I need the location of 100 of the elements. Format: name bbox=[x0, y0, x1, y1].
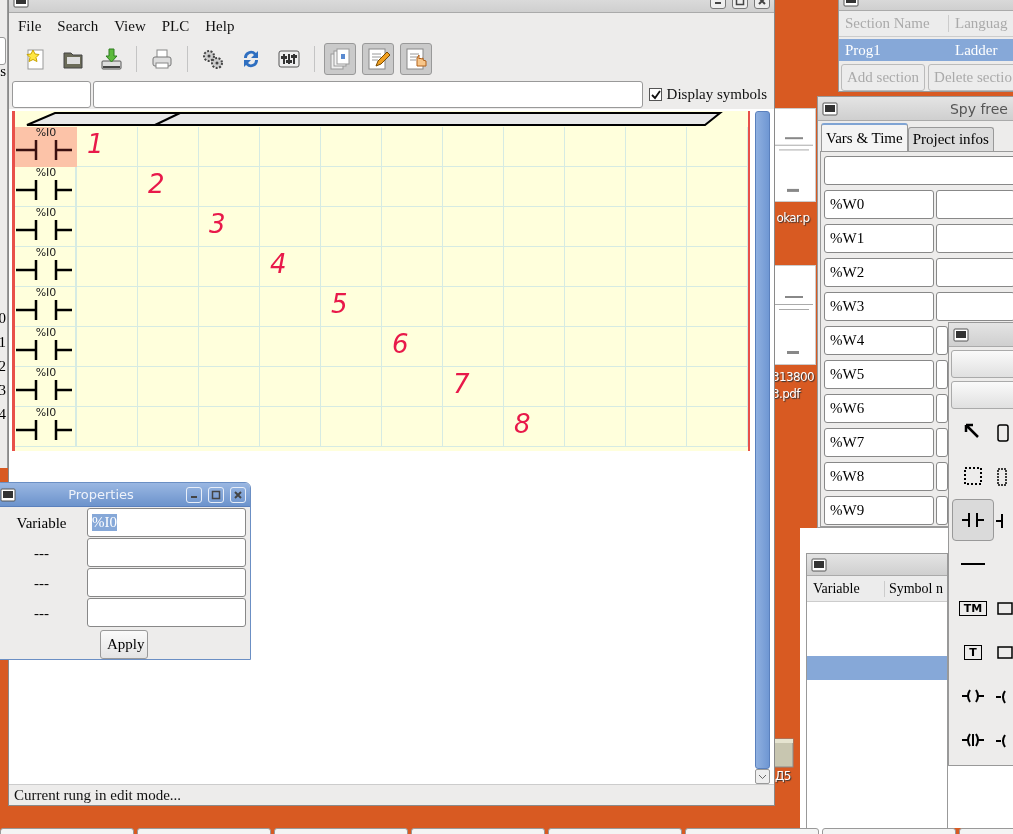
field-label: --- bbox=[33, 573, 50, 593]
variable-field[interactable]: %W1 bbox=[824, 224, 934, 253]
handwritten-number: 6 bbox=[392, 329, 409, 359]
contact-icon bbox=[16, 380, 72, 400]
variable-field[interactable]: %W9 bbox=[824, 496, 934, 525]
minimize-icon bbox=[191, 496, 197, 498]
window-icon bbox=[811, 557, 827, 572]
dashed-square-icon bbox=[961, 464, 985, 488]
gears-icon bbox=[201, 47, 225, 71]
value-field[interactable] bbox=[936, 496, 948, 525]
tool-button[interactable]: T bbox=[952, 631, 994, 673]
contact-icon bbox=[16, 260, 72, 280]
contact-icon bbox=[16, 340, 72, 360]
minimize-icon bbox=[715, 2, 721, 4]
contact-icon bbox=[16, 180, 72, 200]
menu-item[interactable]: View bbox=[106, 17, 154, 35]
value-field[interactable] bbox=[936, 360, 948, 389]
apply-button[interactable]: Apply bbox=[100, 630, 148, 659]
box-icon: TM bbox=[958, 600, 988, 616]
menu-item[interactable]: Help bbox=[197, 17, 243, 35]
variable-label: %I0 bbox=[35, 127, 57, 139]
tool-button[interactable]: TM bbox=[952, 587, 994, 629]
value-field[interactable] bbox=[936, 462, 948, 491]
checkbox[interactable] bbox=[648, 87, 662, 101]
variable-field[interactable]: %W0 bbox=[824, 190, 934, 219]
column-header[interactable]: Symbol n bbox=[884, 580, 947, 597]
ladder-cell[interactable]: %I0 bbox=[15, 287, 77, 327]
window-icon bbox=[953, 327, 969, 342]
field-label: --- bbox=[33, 543, 50, 563]
pages-icon bbox=[328, 47, 352, 71]
icon-label: okar.p bbox=[776, 210, 810, 227]
column-header[interactable]: Variable bbox=[807, 580, 885, 597]
variable-field[interactable]: %W6 bbox=[824, 394, 934, 423]
variable-label: %I0 bbox=[35, 207, 57, 219]
ladder-cell[interactable]: %I0 bbox=[15, 407, 77, 447]
input-field[interactable] bbox=[12, 80, 91, 108]
variable-field[interactable]: %W3 bbox=[824, 292, 934, 321]
maximize-icon bbox=[211, 489, 221, 500]
input-field[interactable] bbox=[824, 156, 1013, 185]
variable-label: %I0 bbox=[35, 287, 57, 299]
tab[interactable]: Project infos bbox=[907, 127, 994, 151]
value-field[interactable] bbox=[936, 326, 948, 355]
status-text: Current rung in edit mode... bbox=[9, 784, 774, 805]
close-icon bbox=[233, 489, 243, 500]
ladder-cell[interactable]: %I0 bbox=[15, 167, 77, 207]
label-text: s bbox=[0, 62, 6, 80]
checkbox-label: Display symbols bbox=[666, 85, 767, 103]
line-icon bbox=[961, 562, 985, 566]
row-number: 1 bbox=[0, 333, 6, 352]
row-number: 3 bbox=[0, 381, 6, 400]
toolbar-button[interactable] bbox=[362, 43, 394, 75]
variable-field[interactable]: %W5 bbox=[824, 360, 934, 389]
value-field[interactable] bbox=[936, 190, 1013, 219]
input-field[interactable] bbox=[87, 598, 246, 627]
tab[interactable]: Vars & Time bbox=[821, 123, 908, 151]
variable-field[interactable]: %W7 bbox=[824, 428, 934, 457]
table-cell-text: Prog1 bbox=[844, 41, 882, 59]
toolbox-button[interactable] bbox=[951, 350, 1013, 378]
window-title: Spy free bbox=[948, 100, 1009, 117]
contact-icon bbox=[16, 420, 72, 440]
variable-label: %I0 bbox=[35, 247, 57, 259]
ladder-cell[interactable]: %I0 bbox=[15, 327, 77, 367]
handwritten-number: 8 bbox=[514, 409, 531, 439]
value-field[interactable] bbox=[936, 258, 1013, 287]
contact-icon bbox=[16, 300, 72, 320]
window-title: Properties bbox=[67, 487, 135, 502]
ladder-cell[interactable]: %I0 bbox=[15, 207, 77, 247]
icon-label: Д5 bbox=[775, 768, 791, 785]
window-icon bbox=[0, 487, 16, 502]
contact-icon bbox=[16, 140, 72, 160]
field-label: Variable bbox=[15, 513, 68, 533]
menu-item[interactable]: File bbox=[10, 17, 50, 35]
window-icon bbox=[822, 101, 838, 116]
pencil-document-icon bbox=[366, 47, 390, 71]
ladder-cell[interactable]: %I0 bbox=[15, 247, 77, 287]
ladder-cell[interactable]: %I0 bbox=[15, 367, 77, 407]
value-field[interactable] bbox=[936, 394, 948, 423]
variable-field[interactable]: %W4 bbox=[824, 326, 934, 355]
box-icon: T bbox=[964, 644, 982, 660]
handwritten-number: 7 bbox=[453, 369, 470, 399]
value-field[interactable] bbox=[936, 224, 1013, 253]
input-field[interactable] bbox=[87, 538, 246, 567]
tool-button[interactable] bbox=[952, 499, 994, 541]
hand-document-icon bbox=[404, 47, 428, 71]
menu-item[interactable]: Search bbox=[49, 17, 107, 35]
input-field[interactable] bbox=[87, 568, 246, 597]
input-field[interactable] bbox=[93, 80, 643, 108]
variable-label: %I0 bbox=[35, 327, 57, 339]
variable-field[interactable]: %W8 bbox=[824, 462, 934, 491]
value-field[interactable] bbox=[936, 428, 948, 457]
handwritten-number: 5 bbox=[331, 289, 348, 319]
table-cell-text: Ladder bbox=[954, 41, 999, 59]
scrollbar[interactable] bbox=[755, 111, 770, 784]
handwritten-number: 4 bbox=[270, 249, 287, 279]
printer-icon bbox=[150, 47, 174, 71]
menu-item[interactable]: PLC bbox=[153, 17, 198, 35]
value-field[interactable] bbox=[936, 292, 1013, 321]
variable-field[interactable]: %W2 bbox=[824, 258, 934, 287]
ladder-cell[interactable]: %I0 bbox=[15, 127, 77, 167]
field-label: --- bbox=[33, 603, 50, 623]
